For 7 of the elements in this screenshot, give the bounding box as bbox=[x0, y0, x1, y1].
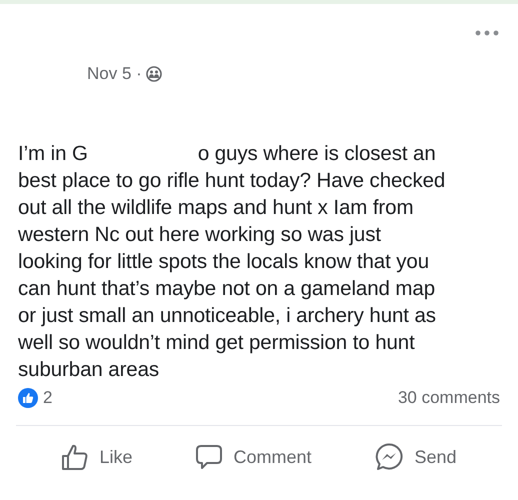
comment-button[interactable]: Comment bbox=[187, 438, 320, 476]
post-text: I’m in G o guys where is closest an best place to go rifle hunt today? Have checked out all the wildlife maps and hunt x Iam from western Nc out here working so was just looking for little spots the locals know that you can hunt that’s maybe not on a gameland map or just small an unnoticeable, i archery hunt as well so wouldn’t mind get permission to hunt suburban areas bbox=[18, 141, 446, 383]
like-count[interactable]: 2 bbox=[43, 388, 52, 408]
post-date[interactable]: Nov 5 · bbox=[87, 64, 142, 84]
send-button[interactable]: Send bbox=[366, 438, 464, 476]
like-button[interactable]: Like bbox=[53, 438, 140, 476]
comment-count[interactable]: 30 comments bbox=[398, 388, 500, 408]
